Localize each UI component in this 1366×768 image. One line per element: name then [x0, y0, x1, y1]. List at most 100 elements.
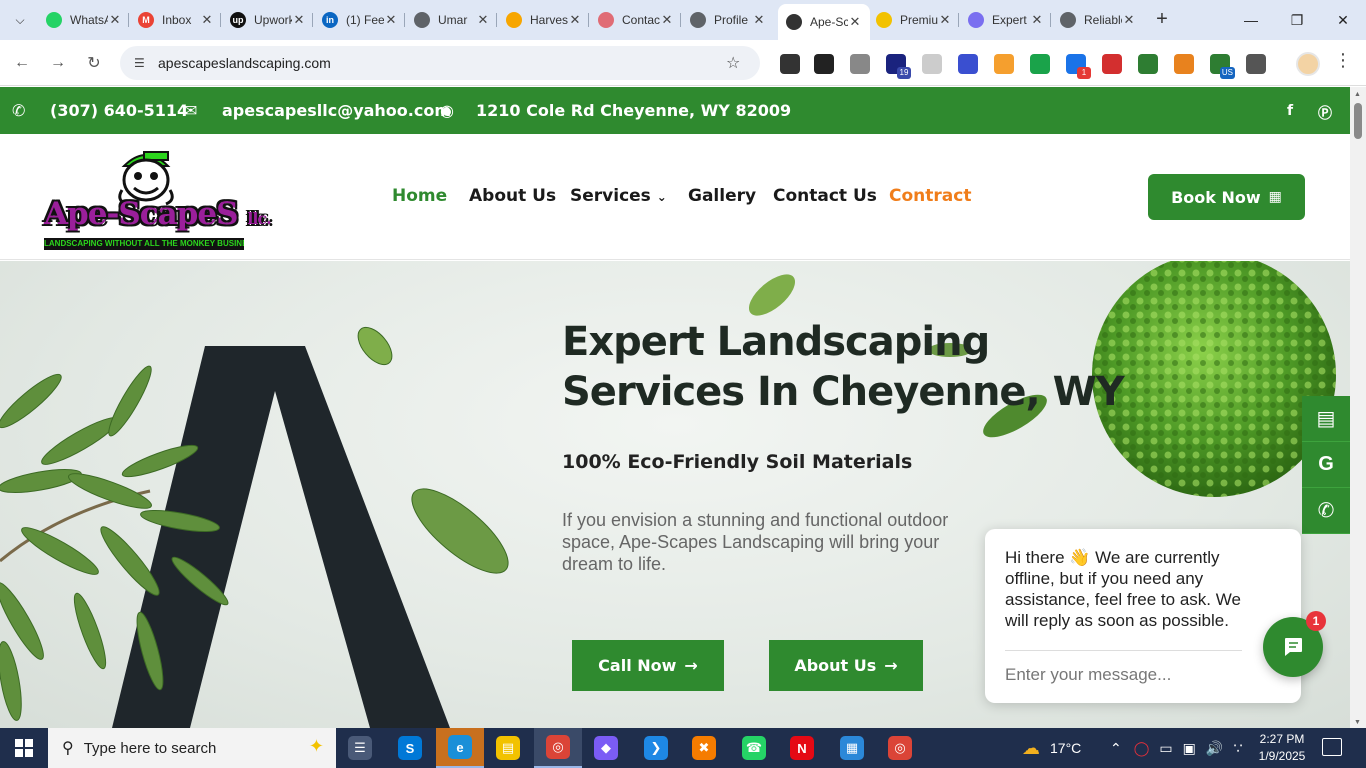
taskbar-app[interactable]: ◎ — [534, 728, 582, 768]
nav-contact[interactable]: Contact Us — [773, 186, 877, 206]
browser-tab[interactable]: Contact ✕ — [590, 4, 682, 36]
wifi-icon[interactable]: ∵ — [1233, 740, 1242, 757]
browser-menu-icon[interactable]: ⋮ — [1334, 50, 1352, 71]
close-tab-icon[interactable]: ✕ — [752, 12, 766, 28]
browser-tab[interactable]: Harvest ✕ — [498, 4, 590, 36]
reload-button[interactable]: ↻ — [82, 51, 106, 75]
browser-tab[interactable]: Profile ✕ — [682, 4, 774, 36]
taskbar-app[interactable]: ✖ — [680, 728, 728, 768]
vpn-extension-icon[interactable]: US — [1210, 54, 1235, 79]
page-scrollbar[interactable]: ▲ ▼ — [1350, 87, 1366, 728]
phone-icon[interactable]: ✆ — [1302, 488, 1350, 534]
close-tab-icon[interactable]: ✕ — [938, 12, 952, 28]
scroll-up-icon[interactable]: ▲ — [1354, 91, 1361, 98]
battery-icon[interactable]: ▭ — [1159, 740, 1172, 757]
chevron-up-icon[interactable]: ⌃ — [1110, 740, 1122, 757]
taskbar-app[interactable]: ❯ — [632, 728, 680, 768]
browser-tab[interactable]: WhatsApp✕ — [38, 4, 130, 36]
volume-icon[interactable]: 🔊 — [1206, 740, 1223, 757]
android-extension-icon[interactable] — [1138, 54, 1158, 74]
google-icon[interactable]: G — [1302, 442, 1350, 488]
close-tab-icon[interactable]: ✕ — [1122, 12, 1136, 28]
start-button[interactable] — [0, 728, 48, 768]
profile-avatar[interactable] — [1296, 52, 1320, 76]
taskbar-app[interactable]: S — [386, 728, 434, 768]
box-extension-icon[interactable] — [994, 54, 1014, 74]
topbar-email[interactable]: apescapesllc@yahoo.com — [222, 101, 451, 120]
weather-widget[interactable]: ☁ 17°C — [1022, 728, 1081, 768]
close-tab-icon[interactable]: ✕ — [568, 12, 582, 28]
nav-home[interactable]: Home — [392, 186, 447, 206]
restore-button[interactable]: ❐ — [1274, 0, 1320, 40]
font-extension-icon[interactable] — [814, 54, 834, 74]
facebook-icon[interactable]: f — [1287, 103, 1293, 119]
scroll-down-icon[interactable]: ▼ — [1354, 719, 1361, 726]
taskbar-app[interactable]: ◆ — [582, 728, 630, 768]
close-window-button[interactable]: ✕ — [1320, 0, 1366, 40]
forward-button[interactable]: → — [46, 51, 70, 75]
about-us-button[interactable]: About Us → — [769, 640, 923, 691]
puzzle-extensions-icon[interactable] — [1246, 54, 1266, 74]
grid-extension-icon[interactable] — [922, 54, 942, 74]
minimize-button[interactable]: — — [1228, 0, 1274, 40]
clipboard-icon[interactable]: ▤ — [1302, 396, 1350, 442]
browser-tab[interactable]: in (1) Feed✕ — [314, 4, 406, 36]
browser-tab[interactable]: Expert ✕ — [960, 4, 1052, 36]
nav-services[interactable]: Services ⌄ — [570, 186, 667, 206]
nav-about[interactable]: About Us — [469, 186, 556, 206]
opera-icon[interactable]: ◯ — [1134, 740, 1150, 757]
taskbar-app[interactable]: N — [778, 728, 826, 768]
leaf-extension-icon[interactable] — [1030, 54, 1050, 74]
call-now-button[interactable]: Call Now → — [572, 640, 724, 691]
close-tab-icon[interactable]: ✕ — [200, 12, 214, 28]
book-now-button[interactable]: Book Now ▦ — [1148, 174, 1305, 220]
chrome-extension-icon[interactable]: 1 — [1066, 54, 1091, 79]
taskbar-app[interactable]: e — [436, 728, 484, 768]
browser-tab[interactable]: up Upwork ✕ — [222, 4, 314, 36]
metamask-extension-icon[interactable] — [1174, 54, 1194, 74]
device-icon[interactable]: ▣ — [1183, 740, 1196, 757]
chat-launcher-button[interactable]: 1 — [1263, 611, 1326, 677]
address-bar[interactable]: ☰ apescapeslandscaping.com ☆ — [120, 46, 760, 80]
chat-message-input[interactable] — [1005, 664, 1245, 686]
close-tab-icon[interactable]: ✕ — [108, 12, 122, 28]
taskbar-clock[interactable]: 2:27 PM 1/9/2025 — [1250, 731, 1314, 765]
close-tab-icon[interactable]: ✕ — [660, 12, 674, 28]
camera-extension-icon[interactable] — [850, 54, 870, 74]
chevron-down-icon: ⌵ — [15, 12, 25, 27]
site-logo[interactable]: Ape-ScapeS llc. LANDSCAPING WITHOUT ALL … — [44, 144, 272, 250]
browser-tab[interactable]: Ape-Scapes✕ — [778, 4, 870, 40]
browser-tab[interactable]: Premium✕ — [868, 4, 960, 36]
new-tab-button[interactable]: + — [1150, 8, 1174, 32]
browser-tab-bar: ⌵ WhatsApp✕MInbox✕upUpwork✕in(1) Feed✕Um… — [0, 0, 1366, 40]
taskbar-app[interactable]: ▦ — [828, 728, 876, 768]
pinterest-icon[interactable]: Ⓟ — [1318, 103, 1332, 123]
tab-search-button[interactable]: ⌵ — [6, 6, 34, 34]
site-info-icon[interactable]: ☰ — [134, 56, 150, 70]
taskbar-app[interactable]: ☎ — [730, 728, 778, 768]
close-tab-icon[interactable]: ✕ — [384, 12, 398, 28]
nav-gallery[interactable]: Gallery — [688, 186, 756, 206]
browser-tab[interactable]: M Inbox ✕ — [130, 4, 222, 36]
nav-contract[interactable]: Contract — [889, 186, 971, 206]
browser-tab[interactable]: Umar ✕ — [406, 4, 498, 36]
acrobat-extension-icon[interactable] — [1102, 54, 1122, 74]
taskbar-app[interactable]: ▤ — [484, 728, 532, 768]
topbar-phone[interactable]: (307) 640-5114 — [50, 101, 188, 120]
close-tab-icon[interactable]: ✕ — [848, 14, 862, 30]
close-tab-icon[interactable]: ✕ — [476, 12, 490, 28]
bookmark-star-icon[interactable]: ☆ — [726, 53, 746, 73]
browser-tab[interactable]: Reliable✕ — [1052, 4, 1144, 36]
back-button[interactable]: ← — [10, 51, 34, 75]
pen-extension-icon[interactable] — [780, 54, 800, 74]
scholar-extension-icon[interactable]: 19 — [886, 54, 911, 79]
close-tab-icon[interactable]: ✕ — [1030, 12, 1044, 28]
taskbar-app[interactable]: ☰ — [336, 728, 384, 768]
notification-center-icon[interactable] — [1322, 738, 1342, 756]
scrollbar-thumb[interactable] — [1354, 103, 1362, 139]
taskbar-app[interactable]: ◎ — [876, 728, 924, 768]
flower-extension-icon[interactable] — [958, 54, 978, 74]
taskbar-search[interactable]: ⚲ Type here to search ✦ — [48, 728, 336, 768]
close-tab-icon[interactable]: ✕ — [292, 12, 306, 28]
url-text[interactable]: apescapeslandscaping.com — [158, 55, 726, 71]
